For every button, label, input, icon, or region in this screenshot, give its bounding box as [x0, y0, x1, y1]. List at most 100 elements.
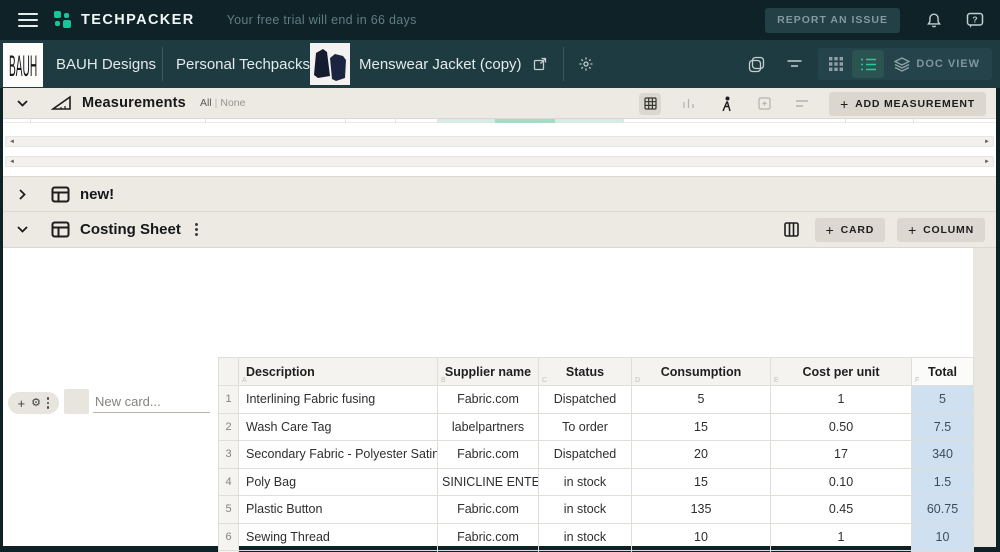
grid-view-icon[interactable] [820, 50, 852, 78]
cell-cost-per-unit[interactable]: 0.10 [770, 467, 912, 496]
cell-description[interactable]: Sewing Thread [238, 522, 438, 551]
cell-description[interactable]: Interlining Fabric fusing [238, 385, 438, 414]
gear-icon[interactable]: ⚙ [31, 397, 41, 409]
column-header-total[interactable]: F Total [911, 357, 974, 386]
chevron-right-icon[interactable] [15, 188, 29, 200]
column-header-cost-per-unit[interactable]: E Cost per unit [770, 357, 912, 386]
costing-section-title[interactable]: Costing Sheet [80, 221, 181, 238]
list-view-icon[interactable] [852, 50, 885, 78]
scroll-left-arrow[interactable]: ◄ [9, 138, 15, 147]
kebab-icon[interactable] [46, 397, 50, 409]
cell-status[interactable]: To order [538, 412, 632, 441]
new-section-title[interactable]: new! [80, 186, 114, 203]
column-header-supplier-name[interactable]: B Supplier name [437, 357, 539, 386]
horizontal-scrollbar[interactable]: ◄ ► [5, 136, 994, 147]
scroll-left-arrow[interactable]: ◄ [9, 158, 15, 167]
cell-supplier-name[interactable]: labelpartners [437, 412, 539, 441]
cell-consumption[interactable]: 135 [631, 495, 771, 524]
scroll-right-arrow[interactable]: ► [984, 158, 990, 167]
row-number: 2 [218, 412, 239, 441]
cell-status[interactable]: Dispatched [538, 440, 632, 469]
row-number: 3 [218, 440, 239, 469]
cell-consumption[interactable]: 15 [631, 467, 771, 496]
app-window: TECHPACKER Your free trial will end in 6… [0, 0, 1000, 552]
card-thumbnail-placeholder[interactable] [64, 389, 89, 414]
open-external-icon[interactable] [533, 40, 547, 88]
measurements-title: Measurements [82, 95, 186, 111]
cell-consumption[interactable]: 10 [631, 522, 771, 551]
column-header-consumption[interactable]: D Consumption [631, 357, 771, 386]
filter-none[interactable]: None [220, 97, 245, 109]
menu-icon[interactable] [18, 13, 38, 27]
cell-status[interactable]: in stock [538, 467, 632, 496]
techpacker-logo-icon[interactable] [54, 11, 72, 29]
cell-total[interactable]: 1.5 [911, 467, 974, 496]
cell-status[interactable]: Dispatched [538, 385, 632, 414]
row-number: 4 [218, 467, 239, 496]
cell-supplier-name[interactable]: Fabric.com [437, 440, 539, 469]
cell-description[interactable]: Secondary Fabric - Polyester Satin [238, 440, 438, 469]
trial-notice: Your free trial will end in 66 days [226, 13, 417, 27]
add-card-button[interactable]: + CARD [814, 217, 886, 242]
techpack-thumbnail[interactable] [310, 43, 350, 85]
scroll-right-arrow[interactable]: ► [984, 138, 990, 147]
gear-icon[interactable] [578, 40, 594, 88]
column-header-status[interactable]: C Status [538, 357, 632, 386]
costing-table-head-row: A Description B Supplier name C Status D Consum… [218, 357, 974, 386]
cell-cost-per-unit[interactable]: 17 [770, 440, 912, 469]
horizontal-scrollbar[interactable]: ◄ ► [5, 156, 994, 167]
chevron-down-icon[interactable] [15, 99, 29, 107]
doc-view-button[interactable]: DOC VIEW [884, 56, 990, 72]
cell-total[interactable]: 10 [911, 522, 974, 551]
cell-status[interactable]: in stock [538, 495, 632, 524]
grid-table-icon[interactable] [639, 92, 662, 115]
cell-total[interactable]: 340 [911, 440, 974, 469]
cell-consumption[interactable]: 15 [631, 412, 771, 441]
workspace-name[interactable]: BAUH Designs [56, 40, 156, 88]
cell-total[interactable]: 7.5 [911, 412, 974, 441]
cell-cost-per-unit[interactable]: 0.50 [770, 412, 912, 441]
cell-supplier-name[interactable]: Fabric.com [437, 522, 539, 551]
cell-description[interactable]: Poly Bag [238, 467, 438, 496]
column-letter: B [441, 377, 446, 384]
cell-status[interactable]: in stock [538, 522, 632, 551]
cell-cost-per-unit[interactable]: 0.45 [770, 495, 912, 524]
cell-consumption[interactable]: 20 [631, 440, 771, 469]
cell-total[interactable]: 60.75 [911, 495, 974, 524]
plus-icon[interactable]: + [18, 397, 26, 410]
folder-name[interactable]: Personal Techpacks [176, 40, 310, 88]
costing-table-body: 1 Interlining Fabric fusing Fabric.com Disp… [218, 385, 974, 552]
sort-icon[interactable] [791, 93, 813, 115]
cell-supplier-name[interactable]: SINICLINE ENTERP [437, 467, 539, 496]
help-bubble-icon[interactable]: ? [966, 12, 984, 29]
report-issue-button[interactable]: REPORT AN ISSUE [765, 7, 900, 33]
layers-icon [894, 56, 911, 72]
filter-icon[interactable] [787, 40, 802, 88]
column-header-description[interactable]: A Description [238, 357, 438, 386]
cell-description[interactable]: Wash Care Tag [238, 412, 438, 441]
cell-description[interactable]: Plastic Button [238, 495, 438, 524]
cell-supplier-name[interactable]: Fabric.com [437, 495, 539, 524]
cell-supplier-name[interactable]: Fabric.com [437, 385, 539, 414]
bell-icon[interactable] [926, 12, 942, 29]
filter-all[interactable]: All [200, 97, 212, 109]
bauh-logo[interactable]: BAUH [3, 43, 43, 87]
columns-icon[interactable] [781, 219, 803, 241]
kebab-icon[interactable] [194, 223, 198, 236]
image-icon[interactable] [753, 93, 775, 115]
cell-cost-per-unit[interactable]: 1 [770, 385, 912, 414]
new-card-input[interactable] [93, 391, 210, 413]
row-number: 6 [218, 522, 239, 551]
copy-icon[interactable] [748, 40, 765, 88]
cell-consumption[interactable]: 5 [631, 385, 771, 414]
cell-total[interactable]: 5 [911, 385, 974, 414]
chevron-down-icon[interactable] [15, 226, 29, 233]
column-label: Status [565, 364, 605, 379]
cell-cost-per-unit[interactable]: 1 [770, 522, 912, 551]
chart-icon[interactable] [677, 93, 699, 115]
row-number: 1 [218, 385, 239, 414]
add-measurement-button[interactable]: + ADD MEASUREMENT [829, 91, 986, 116]
add-column-button[interactable]: + COLUMN [897, 217, 985, 242]
costing-section-header: Costing Sheet + CARD + COLUMN [3, 211, 996, 247]
person-icon[interactable] [715, 93, 737, 115]
